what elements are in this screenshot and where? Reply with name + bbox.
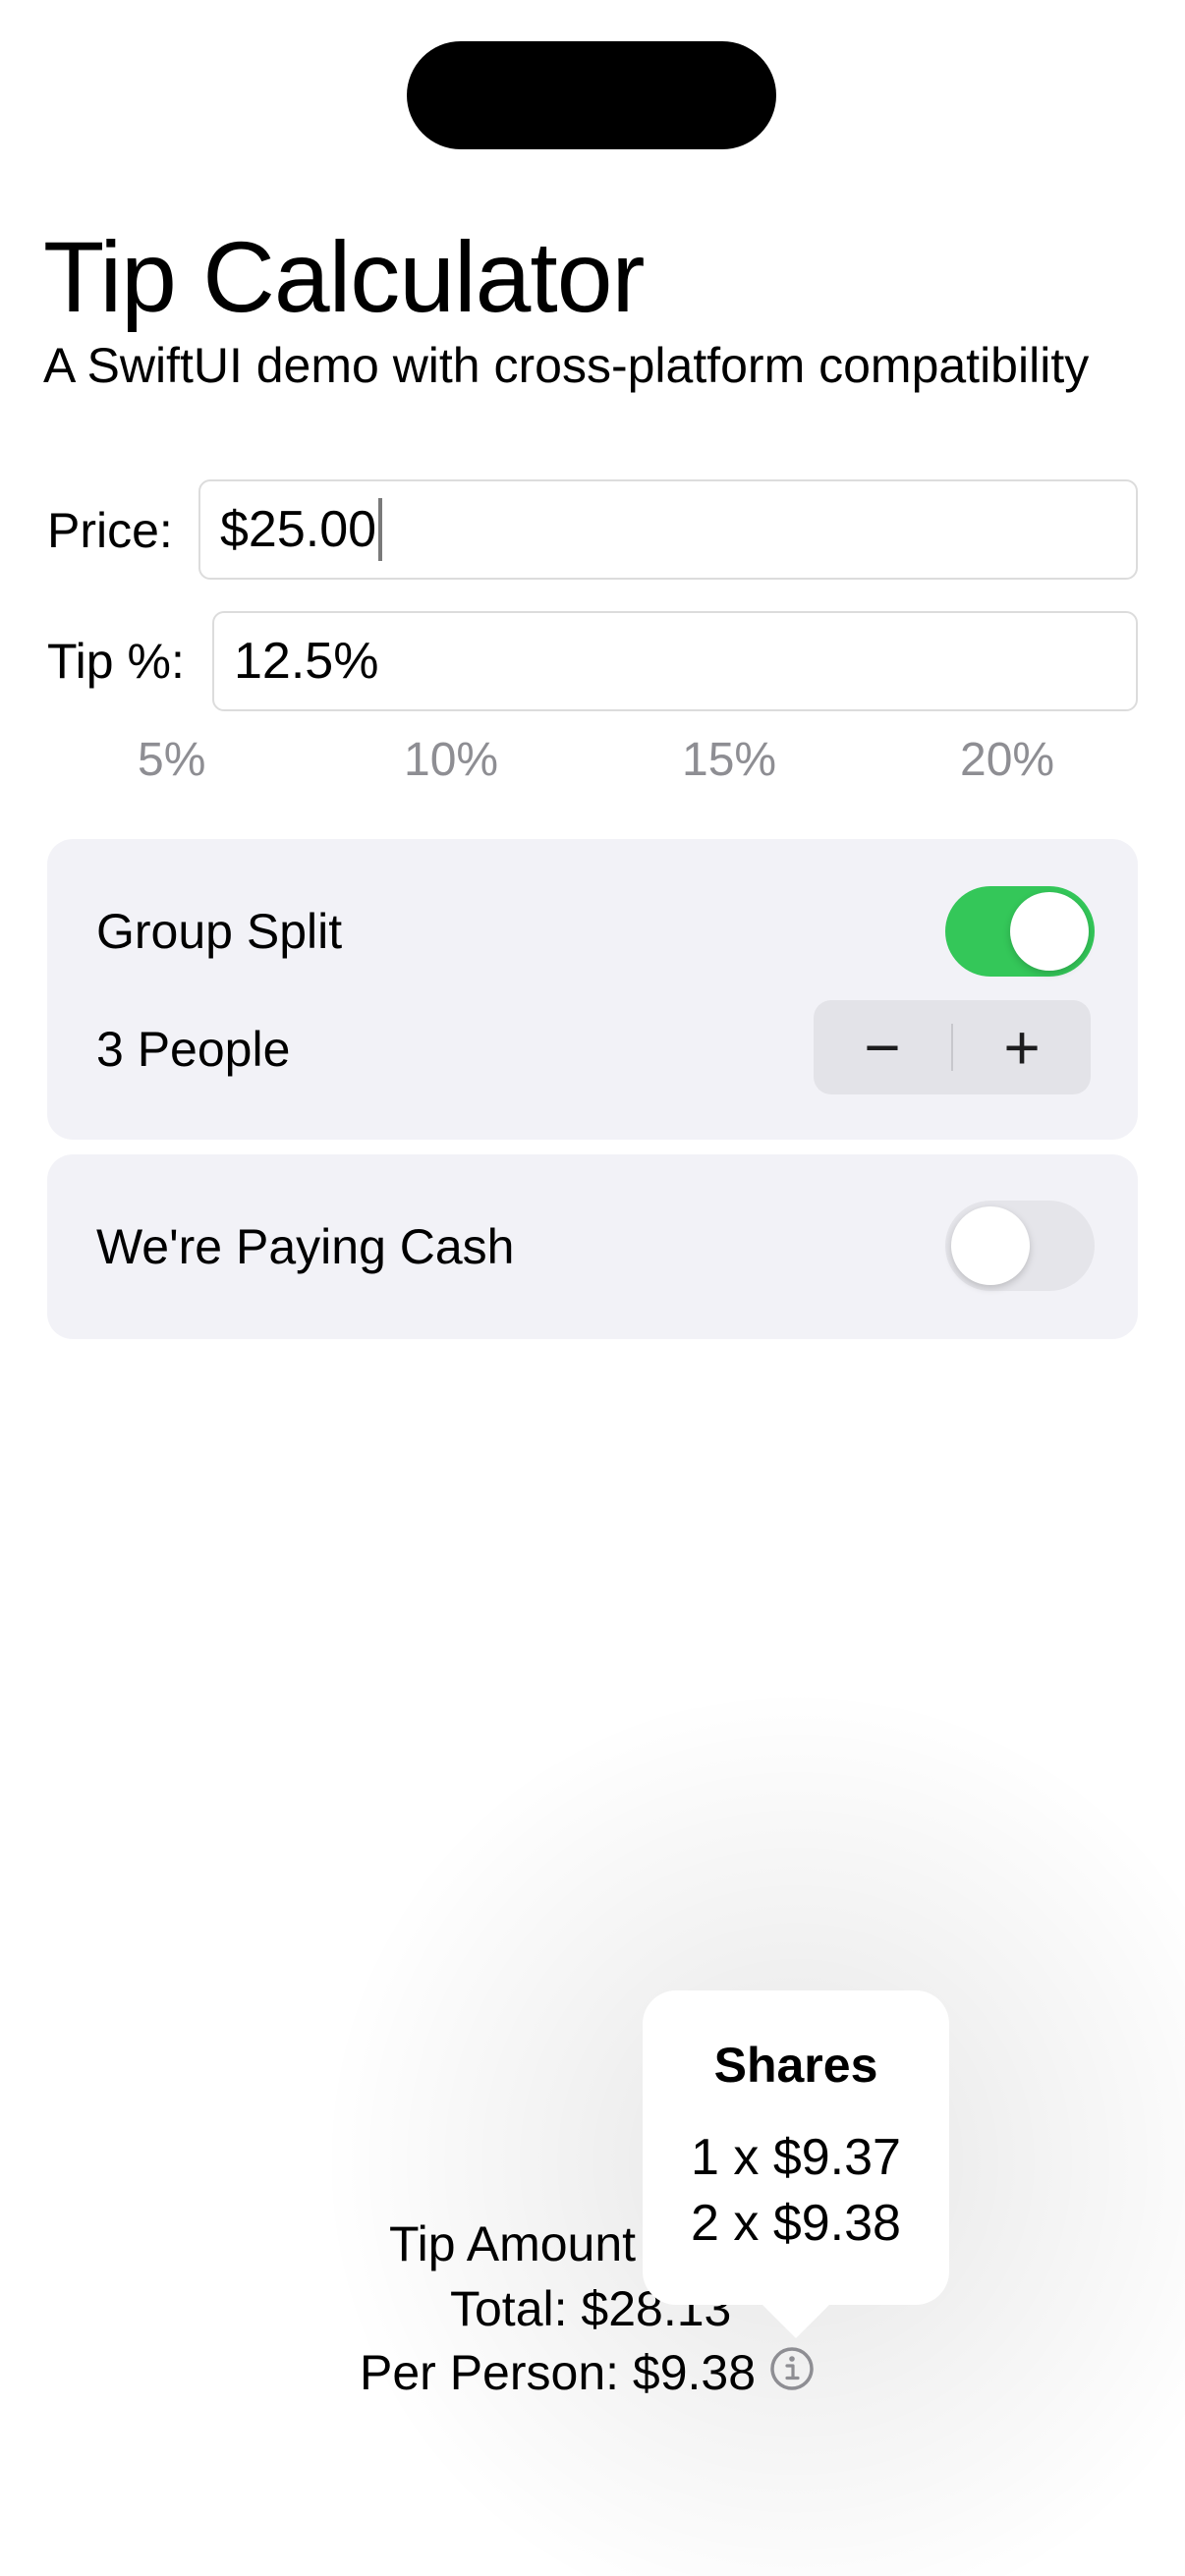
tip-calculator-screen: Tip Calculator A SwiftUI demo with cross… [0, 0, 1185, 2576]
paying-cash-toggle[interactable] [945, 1201, 1095, 1291]
tip-percent-label: Tip %: [47, 634, 185, 689]
tip-preset-20[interactable]: 20% [960, 731, 1054, 790]
price-input[interactable]: $25.00 [198, 479, 1138, 580]
info-circle-icon[interactable] [769, 2346, 815, 2391]
dynamic-island [407, 41, 776, 149]
group-split-label: Group Split [96, 904, 343, 959]
tip-percent-input[interactable]: 12.5% [212, 611, 1138, 711]
paying-cash-label: We're Paying Cash [96, 1219, 515, 1274]
toggle-knob [1010, 892, 1089, 971]
text-cursor [378, 498, 383, 561]
increment-button[interactable]: + [953, 1000, 1091, 1094]
people-count-label: 3 People [96, 1022, 291, 1077]
share-line: 2 x $9.38 [691, 2195, 901, 2252]
group-split-card [47, 839, 1138, 1140]
page-title: Tip Calculator [43, 221, 645, 333]
tip-preset-15[interactable]: 15% [682, 731, 776, 790]
per-person-text: Per Person: $9.38 [360, 2345, 757, 2400]
price-label: Price: [47, 503, 173, 558]
popover-arrow [757, 2299, 835, 2338]
decrement-button[interactable]: − [814, 1000, 951, 1094]
share-line: 1 x $9.37 [691, 2129, 901, 2186]
popover-title: Shares [713, 2038, 878, 2093]
people-stepper: − + [814, 1000, 1091, 1094]
page-subtitle: A SwiftUI demo with cross-platform compa… [43, 338, 1090, 393]
tip-preset-10[interactable]: 10% [404, 731, 498, 790]
tip-amount-text: Tip Amount [389, 2216, 637, 2271]
group-split-toggle[interactable] [945, 886, 1095, 977]
tip-percent-value: 12.5% [234, 633, 379, 690]
toggle-knob [951, 1206, 1030, 1285]
price-value: $25.00 [220, 501, 377, 558]
shares-popover: Shares 1 x $9.37 2 x $9.38 [643, 1990, 949, 2305]
tip-preset-5[interactable]: 5% [138, 731, 205, 790]
